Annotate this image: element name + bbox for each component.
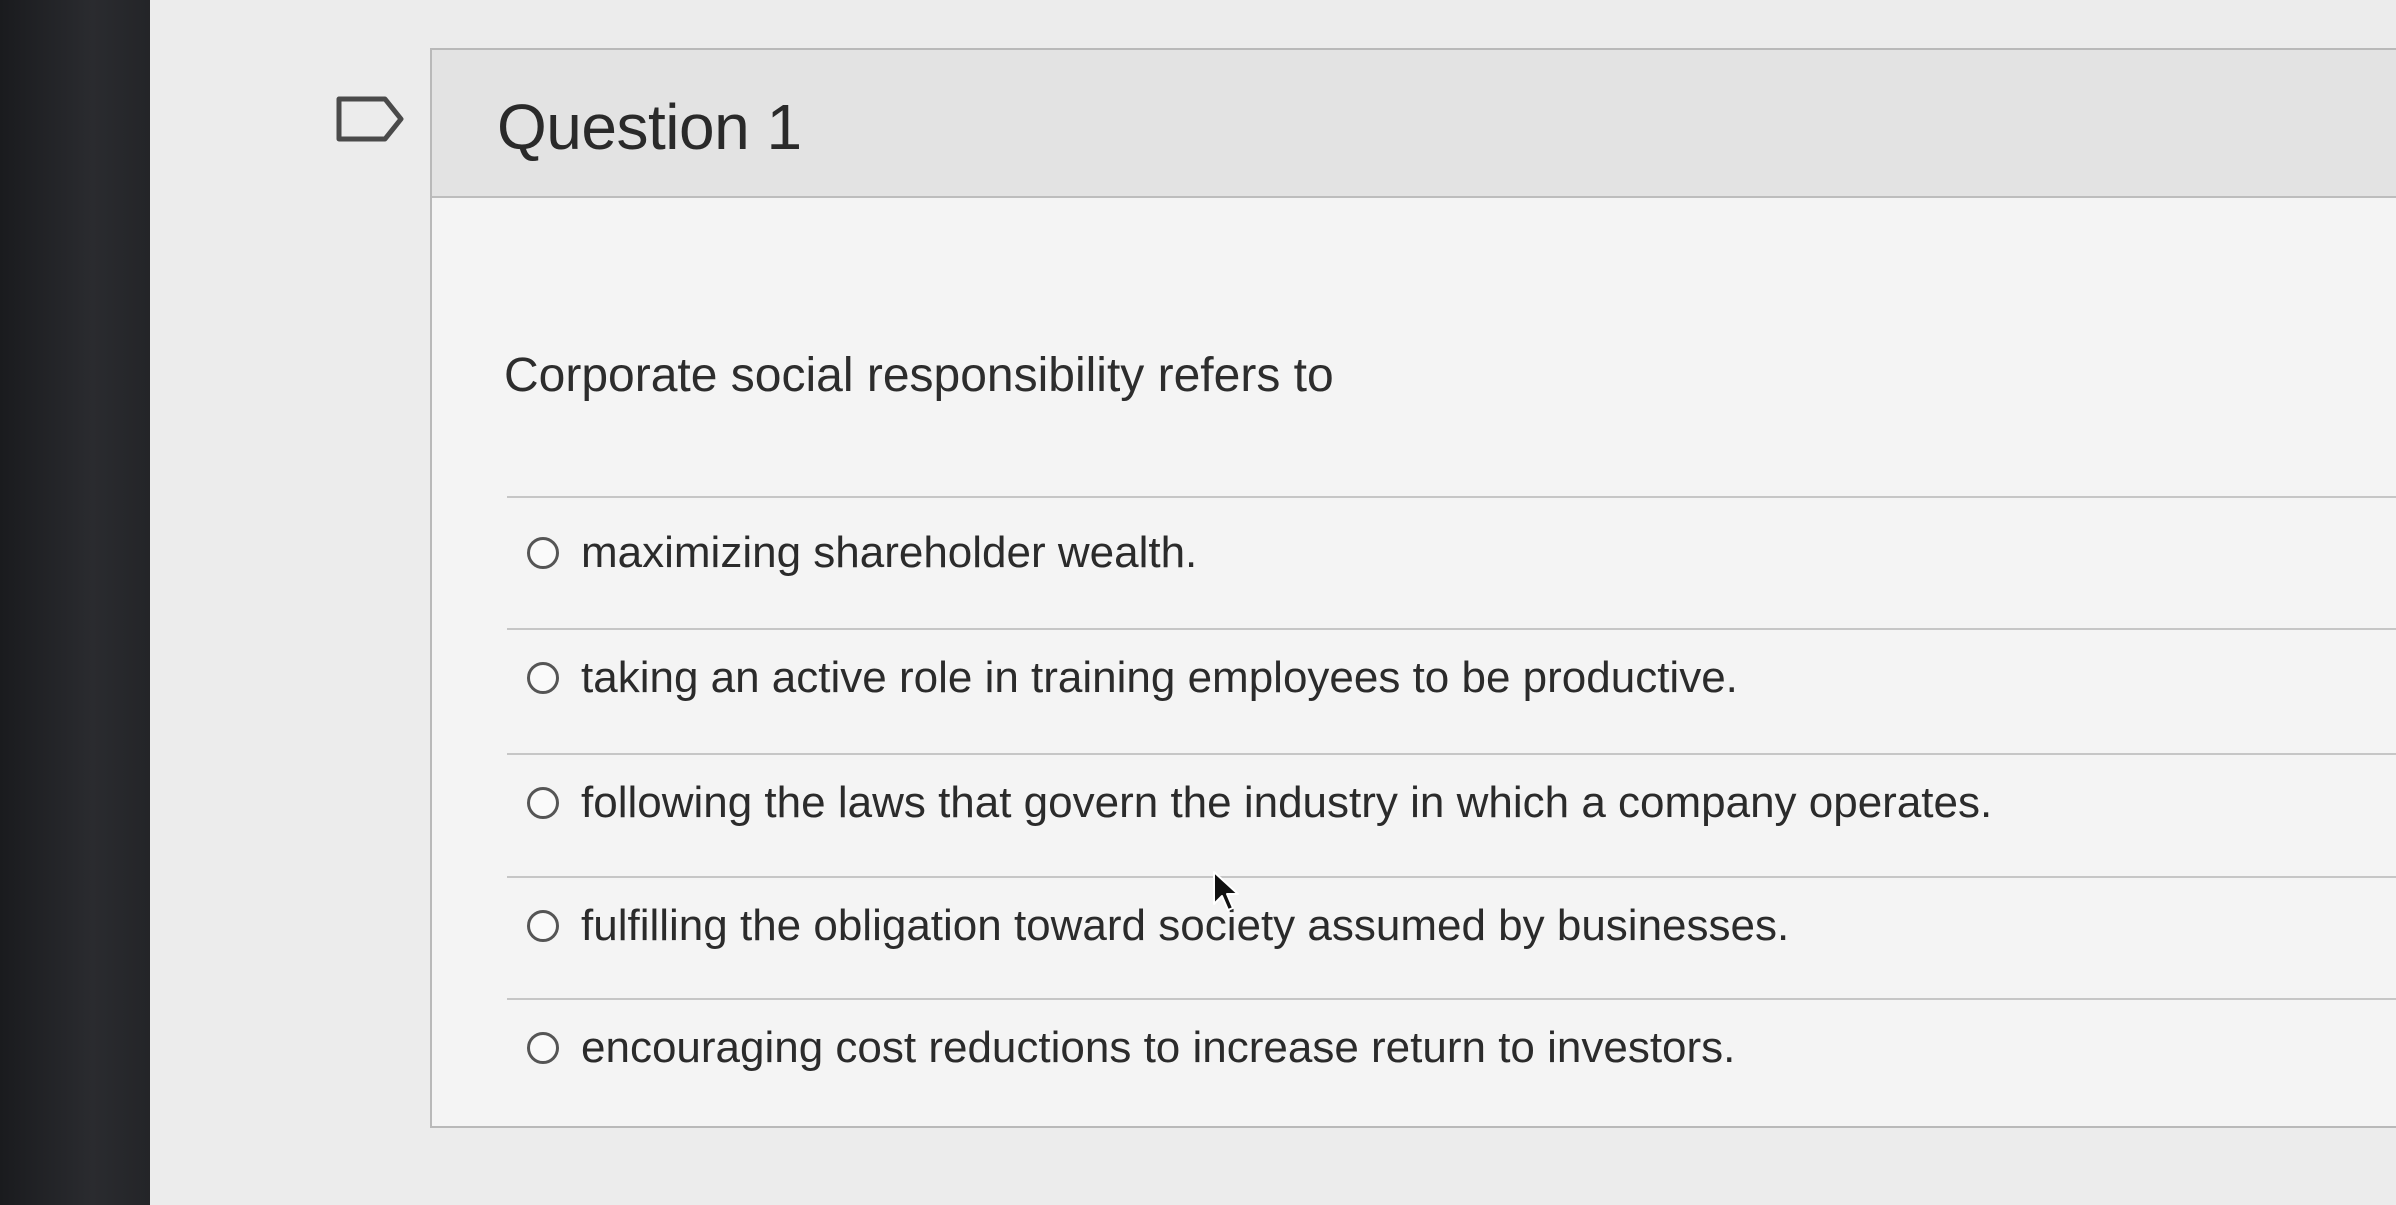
answer-option-3[interactable]: following the laws that govern the indus… — [527, 758, 2327, 848]
radio-button[interactable] — [527, 537, 559, 569]
radio-button[interactable] — [527, 662, 559, 694]
radio-button[interactable] — [527, 787, 559, 819]
flag-question-icon[interactable] — [335, 95, 405, 143]
answer-option-4[interactable]: fulfilling the obligation toward society… — [527, 881, 2327, 971]
divider — [507, 496, 2396, 498]
answer-label: following the laws that govern the indus… — [581, 778, 1993, 827]
question-body: Corporate social responsibility refers t… — [432, 198, 2396, 1128]
mouse-pointer-icon — [1213, 871, 1239, 911]
answer-option-2[interactable]: taking an active role in training employ… — [527, 633, 2327, 723]
answer-label: encouraging cost reductions to increase … — [581, 1023, 1736, 1072]
radio-button[interactable] — [527, 910, 559, 942]
divider — [507, 998, 2396, 1000]
answer-label: maximizing shareholder wealth. — [581, 528, 1198, 577]
answer-option-1[interactable]: maximizing shareholder wealth. — [527, 508, 2327, 598]
divider — [507, 876, 2396, 878]
answer-label: taking an active role in training employ… — [581, 653, 1738, 702]
divider — [507, 753, 2396, 755]
question-title: Question 1 — [497, 91, 802, 163]
question-header: Question 1 — [432, 50, 2396, 198]
screen: Question 1 Corporate social responsibili… — [0, 0, 2396, 1205]
question-card: Question 1 Corporate social responsibili… — [430, 48, 2396, 1128]
question-prompt: Corporate social responsibility refers t… — [504, 349, 1334, 402]
answer-label: fulfilling the obligation toward society… — [581, 901, 1790, 950]
answer-option-5[interactable]: encouraging cost reductions to increase … — [527, 1003, 2327, 1093]
divider — [507, 628, 2396, 630]
radio-button[interactable] — [527, 1032, 559, 1064]
